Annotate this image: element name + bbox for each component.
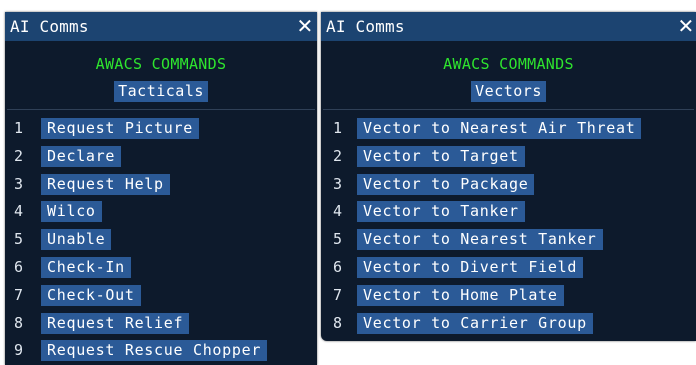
command-number: 6	[14, 257, 24, 276]
command-label[interactable]: Check-Out	[41, 284, 141, 306]
menu-category: Tacticals	[114, 81, 208, 102]
command-item-7[interactable]: 7 Vector to Home Plate	[321, 282, 696, 310]
command-label[interactable]: Wilco	[41, 201, 102, 223]
ai-comms-window-vectors: AI Comms ✕ AWACS COMMANDS Vectors 1 Vecto…	[321, 12, 696, 341]
command-number: 4	[14, 202, 24, 221]
command-item-8[interactable]: 8 Vector to Carrier Group	[321, 310, 696, 338]
command-item-7[interactable]: 7 Check-Out	[5, 282, 317, 310]
command-label[interactable]: Unable	[41, 229, 112, 251]
command-label[interactable]: Vector to Carrier Group	[357, 312, 593, 334]
command-label[interactable]: Check-In	[41, 256, 131, 278]
command-number: 4	[333, 202, 343, 221]
command-item-4[interactable]: 4 Vector to Tanker	[321, 198, 696, 226]
menu-header: AWACS COMMANDS	[95, 55, 227, 73]
command-item-1[interactable]: 1 Vector to Nearest Air Threat	[321, 115, 696, 143]
command-label[interactable]: Vector to Home Plate	[357, 284, 564, 306]
command-number: 3	[14, 174, 24, 193]
command-item-6[interactable]: 6 Vector to Divert Field	[321, 254, 696, 282]
command-label[interactable]: Request Relief	[41, 312, 190, 334]
command-number: 8	[333, 313, 343, 332]
command-label[interactable]: Vector to Package	[357, 173, 535, 195]
command-item-4[interactable]: 4 Wilco	[5, 198, 317, 226]
command-number: 6	[333, 257, 343, 276]
command-label[interactable]: Vector to Nearest Air Threat	[357, 118, 642, 139]
close-icon[interactable]: ✕	[676, 12, 696, 41]
window-title: AI Comms	[10, 17, 89, 36]
subheader-wrap: Tacticals	[5, 81, 317, 102]
titlebar[interactable]: AI Comms ✕	[5, 12, 317, 41]
command-number: 5	[14, 230, 24, 249]
command-number: 9	[14, 341, 24, 360]
command-label[interactable]: Vector to Divert Field	[357, 256, 584, 278]
command-number: 3	[333, 174, 343, 193]
menu-category: Vectors	[471, 81, 546, 102]
command-label[interactable]: Request Picture	[41, 118, 199, 139]
command-number: 8	[14, 313, 24, 332]
window-title: AI Comms	[326, 17, 405, 36]
command-number: 7	[14, 285, 24, 304]
command-number: 1	[333, 119, 343, 137]
command-number: 2	[14, 146, 24, 165]
command-number: 1	[14, 119, 24, 137]
command-list: 1 Vector to Nearest Air Threat 2 Vector to…	[321, 115, 696, 337]
command-item-2[interactable]: 2 Vector to Target	[321, 143, 696, 171]
command-item-5[interactable]: 5 Unable	[5, 226, 317, 254]
command-number: 2	[333, 146, 343, 165]
command-item-3[interactable]: 3 Vector to Package	[321, 171, 696, 199]
command-item-8[interactable]: 8 Request Relief	[5, 310, 317, 338]
command-item-9[interactable]: 9 Request Rescue Chopper	[5, 337, 317, 365]
close-icon[interactable]: ✕	[295, 12, 315, 41]
divider	[323, 109, 694, 110]
command-item-2[interactable]: 2 Declare	[5, 143, 317, 171]
command-list: 1 Request Picture 2 Declare 3 Request Help …	[5, 115, 317, 365]
command-number: 7	[333, 285, 343, 304]
menu-header: AWACS COMMANDS	[443, 55, 574, 73]
titlebar[interactable]: AI Comms ✕	[321, 12, 696, 41]
command-item-3[interactable]: 3 Request Help	[5, 171, 317, 199]
command-item-1[interactable]: 1 Request Picture	[5, 115, 317, 143]
command-item-6[interactable]: 6 Check-In	[5, 254, 317, 282]
command-label[interactable]: Vector to Target	[357, 145, 525, 167]
divider	[7, 109, 315, 110]
command-number: 5	[333, 230, 343, 249]
subheader-wrap: Vectors	[321, 81, 696, 102]
command-label[interactable]: Vector to Nearest Tanker	[357, 229, 603, 251]
ai-comms-window-tacticals: AI Comms ✕ AWACS COMMANDS Tacticals 1 Req…	[5, 12, 317, 365]
command-label[interactable]: Request Help	[41, 173, 170, 195]
command-label[interactable]: Vector to Tanker	[357, 201, 525, 223]
command-label[interactable]: Request Rescue Chopper	[41, 340, 268, 362]
command-label[interactable]: Declare	[41, 145, 122, 167]
command-item-5[interactable]: 5 Vector to Nearest Tanker	[321, 226, 696, 254]
